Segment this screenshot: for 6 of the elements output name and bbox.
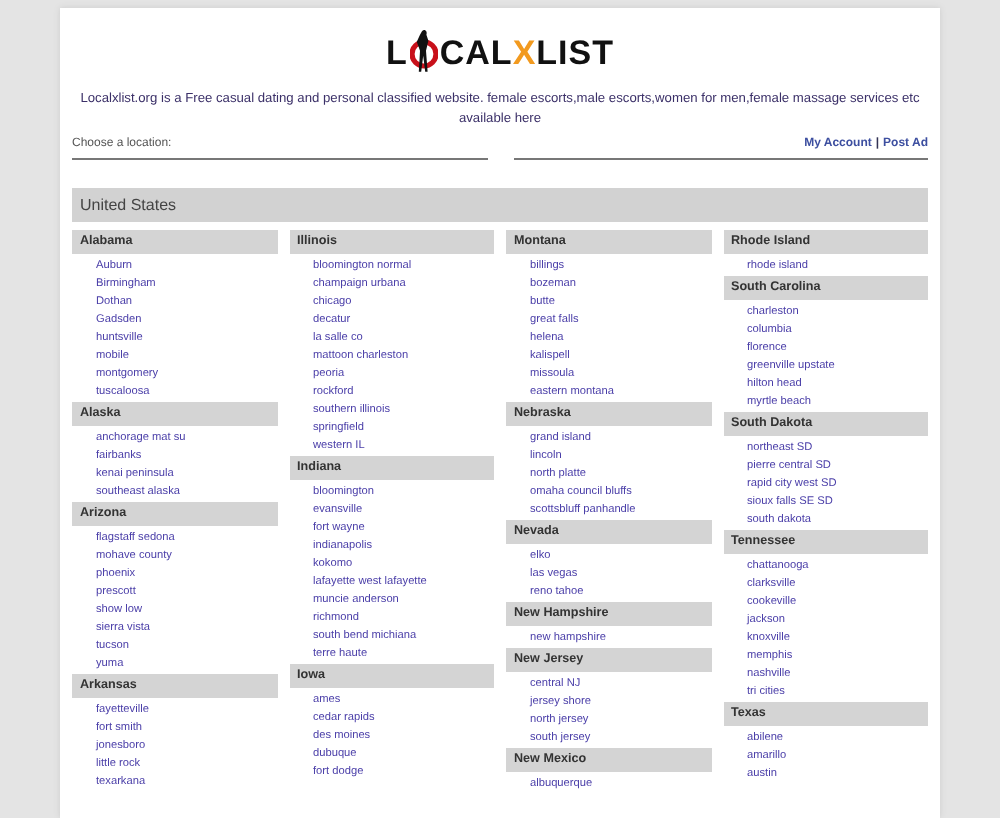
logo-text: LIST — [536, 35, 615, 69]
logo-letter: L — [385, 35, 408, 69]
logo-text: CAL — [439, 35, 513, 69]
circle-figure-icon — [409, 30, 438, 74]
logo-letter: X — [512, 35, 537, 69]
country-header: United States — [72, 188, 928, 222]
